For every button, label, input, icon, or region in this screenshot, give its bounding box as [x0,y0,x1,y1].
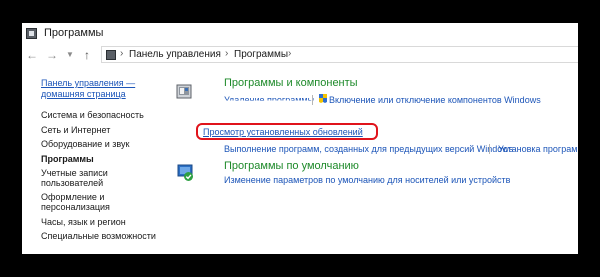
breadcrumb-separator[interactable]: › [120,48,123,59]
window-title: Программы [44,27,104,39]
sidebar-home-link[interactable]: Панель управления — [41,78,135,89]
task-separator [312,95,313,105]
breadcrumb-separator[interactable]: › [288,48,291,59]
sidebar-item-appearance[interactable]: Оформление и [41,192,104,203]
sidebar-item-accessibility[interactable]: Специальные возможности [41,231,156,242]
sidebar-item-user-accounts[interactable]: Учетные записи [41,168,108,179]
navigation-bar: ← → ▼ ↑ › Панель управления › Программы … [22,46,578,64]
sidebar-item-clock-language[interactable]: Часы, язык и регион [41,217,126,228]
sidebar-item-programs[interactable]: Программы [41,154,94,165]
task-view-installed-updates[interactable]: Просмотр установленных обновлений [203,127,363,137]
programs-and-features-icon[interactable] [176,83,193,100]
arrow-left-icon[interactable]: ← [25,46,39,64]
task-uninstall-program[interactable]: Удаление программы [224,95,314,101]
sidebar-item-system-security[interactable]: Система и безопасность [41,110,144,121]
breadcrumb-separator[interactable]: › [225,48,228,59]
title-bar: Программы [22,23,578,45]
sidebar: Панель управления — домашняя страница Си… [22,64,172,254]
breadcrumb-control-panel[interactable]: Панель управления [129,49,221,60]
address-bar[interactable]: › Панель управления › Программы › [101,46,578,63]
chevron-down-icon[interactable]: ▼ [63,46,77,64]
task-autoplay-defaults[interactable]: Изменение параметров по умолчанию для но… [224,175,510,185]
task-run-older-programs[interactable]: Выполнение программ, созданных для преды… [224,144,513,154]
breadcrumb-programs[interactable]: Программы [234,49,288,60]
task-turn-windows-features[interactable]: Включение или отключение компонентов Win… [329,95,541,105]
control-panel-icon [106,50,116,60]
task-install-program[interactable]: Установка программы [498,144,578,154]
main-content: Программы и компоненты Удаление программ… [172,64,578,254]
sidebar-item-network[interactable]: Сеть и Интернет [41,125,110,136]
task-separator [489,144,490,154]
category-title-programs-features[interactable]: Программы и компоненты [224,77,358,89]
arrow-right-icon[interactable]: → [45,46,59,64]
control-panel-window: Программы ← → ▼ ↑ › Панель управления › … [22,23,578,254]
category-title-default-programs[interactable]: Программы по умолчанию [224,160,359,172]
sidebar-item-user-accounts[interactable]: пользователей [41,178,103,189]
arrow-up-icon[interactable]: ↑ [80,46,94,64]
sidebar-home-link[interactable]: домашняя страница [41,89,126,100]
sidebar-item-hardware-sound[interactable]: Оборудование и звук [41,139,129,150]
uac-shield-icon [319,94,327,103]
control-panel-icon [26,28,37,39]
sidebar-item-appearance[interactable]: персонализация [41,202,110,213]
default-programs-icon[interactable] [177,164,194,181]
